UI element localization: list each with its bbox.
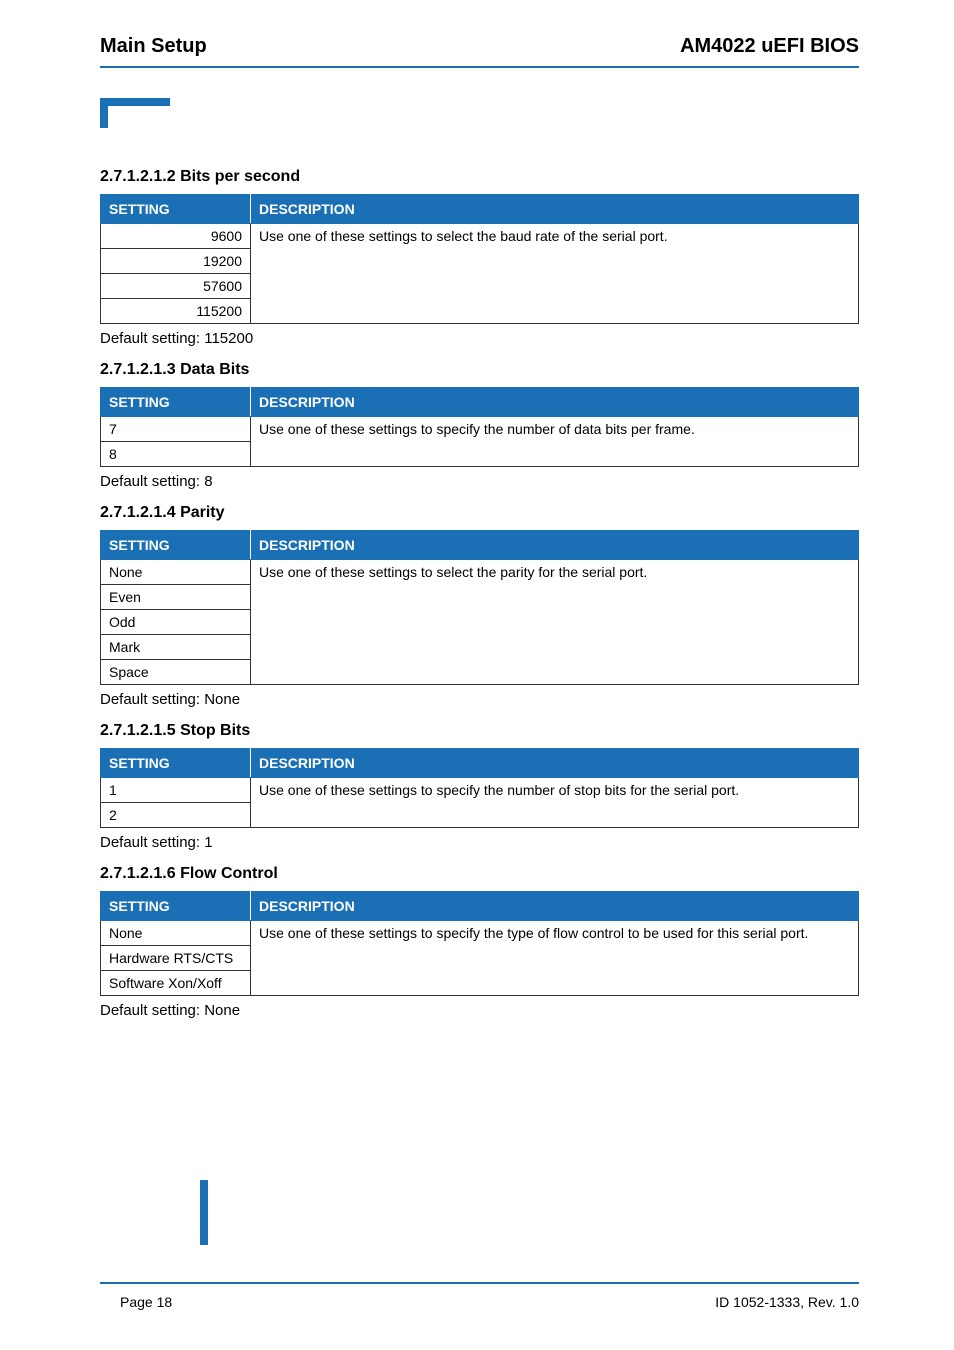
section-heading: 2.7.1.2.1.5 Stop Bits: [100, 722, 859, 740]
column-header-description: DESCRIPTION: [251, 195, 859, 224]
setting-cell: 2: [101, 803, 251, 828]
logo-corner-icon: [100, 98, 170, 153]
header-right: AM4022 uEFI BIOS: [680, 35, 859, 58]
column-header-description: DESCRIPTION: [251, 749, 859, 778]
page-footer: Page 18 ID 1052-1333, Rev. 1.0: [100, 1282, 859, 1310]
setting-cell: 7: [101, 417, 251, 442]
section-heading: 2.7.1.2.1.4 Parity: [100, 504, 859, 522]
setting-cell: 8: [101, 442, 251, 467]
setting-cell: Hardware RTS/CTS: [101, 946, 251, 971]
description-cell: Use one of these settings to select the …: [251, 224, 859, 324]
description-cell: Use one of these settings to select the …: [251, 560, 859, 685]
column-header-description: DESCRIPTION: [251, 531, 859, 560]
column-header-setting: SETTING: [101, 531, 251, 560]
setting-cell: Even: [101, 585, 251, 610]
table-row: NoneUse one of these settings to select …: [101, 560, 859, 585]
column-header-setting: SETTING: [101, 749, 251, 778]
settings-table: SETTINGDESCRIPTION1Use one of these sett…: [100, 748, 859, 828]
settings-table: SETTINGDESCRIPTION7Use one of these sett…: [100, 387, 859, 467]
setting-cell: 9600: [101, 224, 251, 249]
default-setting-text: Default setting: 1: [100, 834, 859, 851]
table-row: 7Use one of these settings to specify th…: [101, 417, 859, 442]
setting-cell: None: [101, 921, 251, 946]
page-header: Main Setup AM4022 uEFI BIOS: [100, 35, 859, 68]
setting-cell: Software Xon/Xoff: [101, 971, 251, 996]
section-heading: 2.7.1.2.1.3 Data Bits: [100, 361, 859, 379]
footer-page-number: Page 18: [120, 1294, 172, 1310]
setting-cell: Odd: [101, 610, 251, 635]
table-row: 9600Use one of these settings to select …: [101, 224, 859, 249]
setting-cell: None: [101, 560, 251, 585]
setting-cell: 1: [101, 778, 251, 803]
settings-table: SETTINGDESCRIPTIONNoneUse one of these s…: [100, 891, 859, 996]
default-setting-text: Default setting: 115200: [100, 330, 859, 347]
section-heading: 2.7.1.2.1.6 Flow Control: [100, 865, 859, 883]
settings-table: SETTINGDESCRIPTIONNoneUse one of these s…: [100, 530, 859, 685]
footer-doc-id: ID 1052-1333, Rev. 1.0: [715, 1294, 859, 1310]
column-header-setting: SETTING: [101, 388, 251, 417]
column-header-description: DESCRIPTION: [251, 388, 859, 417]
setting-cell: Mark: [101, 635, 251, 660]
setting-cell: Space: [101, 660, 251, 685]
setting-cell: 19200: [101, 249, 251, 274]
default-setting-text: Default setting: 8: [100, 473, 859, 490]
settings-table: SETTINGDESCRIPTION9600Use one of these s…: [100, 194, 859, 324]
default-setting-text: Default setting: None: [100, 691, 859, 708]
column-header-setting: SETTING: [101, 195, 251, 224]
column-header-setting: SETTING: [101, 892, 251, 921]
description-cell: Use one of these settings to specify the…: [251, 417, 859, 467]
default-setting-text: Default setting: None: [100, 1002, 859, 1019]
section-heading: 2.7.1.2.1.2 Bits per second: [100, 168, 859, 186]
setting-cell: 57600: [101, 274, 251, 299]
table-row: 1Use one of these settings to specify th…: [101, 778, 859, 803]
column-header-description: DESCRIPTION: [251, 892, 859, 921]
table-row: NoneUse one of these settings to specify…: [101, 921, 859, 946]
description-cell: Use one of these settings to specify the…: [251, 921, 859, 996]
setting-cell: 115200: [101, 299, 251, 324]
description-cell: Use one of these settings to specify the…: [251, 778, 859, 828]
header-left: Main Setup: [100, 35, 207, 58]
